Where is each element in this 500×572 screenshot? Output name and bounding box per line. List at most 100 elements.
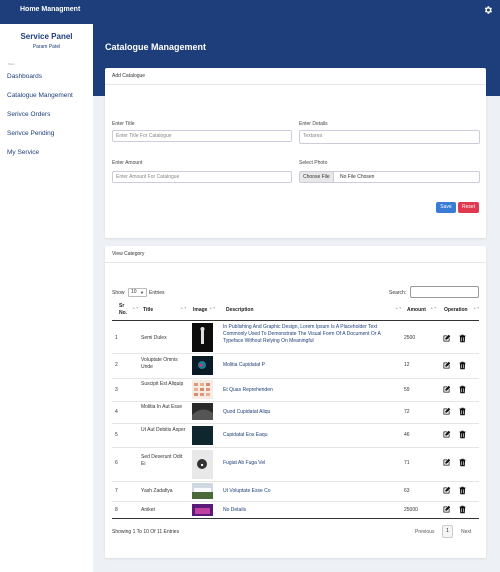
edit-icon[interactable] — [442, 385, 451, 394]
cell-sr: 6 — [115, 460, 118, 466]
edit-icon[interactable] — [442, 430, 451, 439]
cell-description: Cupidatat Eos Eaqu — [223, 432, 268, 438]
trash-icon[interactable] — [458, 458, 467, 467]
entries-select[interactable]: 10 ▼ — [128, 288, 147, 297]
edit-icon[interactable] — [442, 407, 451, 416]
sidebar-item-service-pending[interactable]: Serivce Pending — [7, 130, 54, 137]
cell-sr: 7 — [115, 488, 118, 494]
cell-description: Ut Voluptate Esse Co — [223, 488, 271, 494]
brand-title[interactable]: Home Managment — [20, 6, 80, 13]
edit-icon[interactable] — [442, 458, 451, 467]
table-bottom-divider — [112, 518, 479, 519]
col-no[interactable]: No. — [119, 310, 127, 316]
photo-file-input[interactable]: Choose File No File Chosen — [299, 171, 480, 183]
cell-sr: 3 — [115, 387, 118, 393]
page-1-button[interactable]: 1 — [442, 525, 453, 538]
amount-input[interactable]: Enter Amount For Catalogue — [112, 171, 292, 183]
entries-control: Show 10 ▼ Entries — [112, 288, 165, 297]
title-placeholder: Enter Title For Catalogue — [116, 133, 172, 139]
row-divider — [112, 378, 479, 379]
trash-icon[interactable] — [458, 430, 467, 439]
row-divider — [112, 353, 479, 354]
table-info: Showing 1 To 10 Of 11 Entries — [112, 529, 180, 535]
title-input[interactable]: Enter Title For Catalogue — [112, 130, 292, 142]
cell-description: No Details — [223, 507, 247, 513]
cell-amount: 25000 — [404, 507, 418, 513]
cell-sr: 4 — [115, 409, 118, 415]
cell-amount: 59 — [404, 387, 410, 393]
reset-button[interactable]: Reset — [458, 202, 479, 213]
cell-sr: 2 — [115, 362, 118, 368]
svg-text:▪: ▪ — [201, 462, 204, 467]
edit-icon[interactable] — [442, 334, 451, 343]
cell-title: Yash Zadafiya — [141, 488, 173, 494]
sort-icon: ▲▼ — [395, 306, 402, 310]
add-catalogue-card: Add Catalogue Enter Title Enter Title Fo… — [105, 68, 486, 238]
title-label: Enter Title — [112, 121, 135, 127]
entries-label: Entries — [149, 290, 165, 296]
row-thumbnail — [192, 403, 213, 420]
cell-amount: 46 — [404, 432, 410, 438]
sidebar: Service Panel Param Patel Main Dashboard… — [0, 24, 93, 572]
sidebar-item-service-orders[interactable]: Serivce Orders — [7, 111, 50, 118]
search-input[interactable] — [410, 286, 479, 298]
trash-icon[interactable] — [458, 361, 467, 370]
page-title: Catalogue Management — [105, 42, 207, 52]
col-operation[interactable]: Operation — [444, 307, 468, 313]
sidebar-item-dashboards[interactable]: Dashboards — [7, 73, 42, 80]
edit-icon[interactable] — [442, 361, 451, 370]
chevron-down-icon: ▼ — [140, 290, 144, 295]
sort-icon: ▲▼ — [180, 306, 187, 310]
row-thumbnail — [192, 504, 213, 516]
col-amount[interactable]: Amount — [407, 307, 426, 313]
details-textarea[interactable]: Textarea — [299, 130, 480, 144]
search-label: Search: — [389, 290, 407, 296]
row-divider — [112, 401, 479, 402]
choose-file-button[interactable]: Choose File — [300, 172, 334, 182]
add-catalogue-heading: Add Catalogue — [112, 73, 146, 79]
cell-description: Et Quas Reprehenden — [223, 387, 273, 393]
row-thumbnail — [192, 356, 213, 375]
cell-amount: 71 — [404, 460, 410, 466]
cell-amount: 12 — [404, 362, 410, 368]
details-placeholder: Textarea — [303, 133, 323, 139]
col-title[interactable]: Title — [143, 307, 153, 313]
file-status: No File Chosen — [340, 174, 375, 180]
trash-icon[interactable] — [458, 505, 467, 514]
trash-icon[interactable] — [458, 486, 467, 495]
divider — [105, 84, 486, 85]
gear-icon[interactable] — [483, 5, 493, 15]
cell-sr: 5 — [115, 432, 118, 438]
amount-label: Enter Amount — [112, 160, 143, 166]
row-thumbnail — [192, 483, 213, 499]
sidebar-username: Param Patel — [32, 44, 61, 50]
row-thumbnail — [192, 426, 213, 445]
cell-title: Semi Dulex — [141, 335, 167, 341]
sort-icon: ▲▼ — [132, 306, 139, 310]
sidebar-item-my-service[interactable]: My Service — [7, 149, 39, 156]
row-thumbnail: ▪ — [192, 450, 213, 479]
cell-description: Molitia Cupidatat P — [223, 362, 265, 368]
cell-description: In Publishing And Graphic Design, Lorem … — [223, 324, 381, 344]
cell-title: Molitia In Aut Esse — [141, 404, 183, 410]
next-button[interactable]: Next — [461, 529, 471, 535]
row-divider — [112, 423, 479, 424]
edit-icon[interactable] — [442, 505, 451, 514]
col-description[interactable]: Description — [226, 307, 254, 313]
cell-title: Suscipit Est Aliquip — [141, 381, 184, 387]
trash-icon[interactable] — [458, 407, 467, 416]
row-thumbnail — [192, 380, 213, 399]
row-divider — [112, 481, 479, 482]
save-button[interactable]: Save — [436, 202, 456, 213]
cell-description: Quod Cupidatat Aliqu — [223, 409, 271, 415]
sort-icon: ▲▼ — [473, 306, 480, 310]
sidebar-item-catalogue-management[interactable]: Catalogue Mangement — [7, 92, 73, 99]
col-image[interactable]: Image — [193, 307, 207, 313]
row-thumbnail — [192, 323, 213, 352]
edit-icon[interactable] — [442, 486, 451, 495]
previous-button[interactable]: Previous — [415, 529, 434, 535]
trash-icon[interactable] — [458, 385, 467, 394]
col-sr[interactable]: Sr — [119, 303, 124, 309]
trash-icon[interactable] — [458, 334, 467, 343]
cell-amount: 2500 — [404, 335, 416, 341]
